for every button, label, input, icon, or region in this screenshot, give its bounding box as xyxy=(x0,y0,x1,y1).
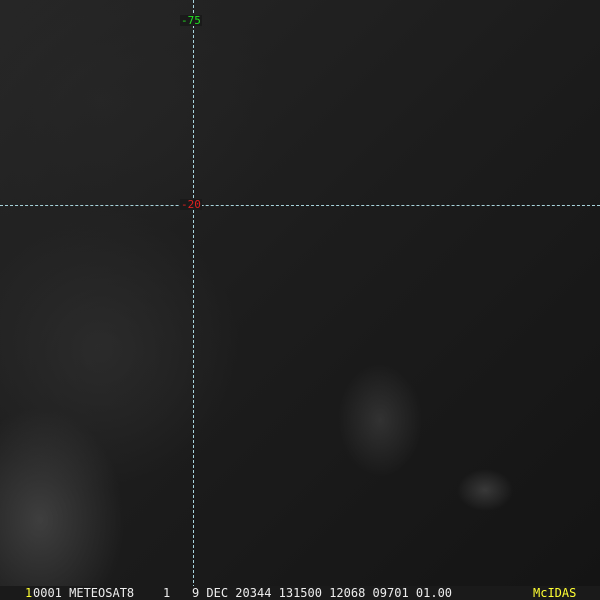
image-info: 0001 METEOSAT8 1 9 DEC 20344 131500 1206… xyxy=(33,586,453,600)
frame-number: 1 xyxy=(25,586,33,600)
satellite-image-view[interactable]: -75 -20 1 0001 METEOSAT8 1 9 DEC 20344 13… xyxy=(0,0,600,600)
status-bar: 1 0001 METEOSAT8 1 9 DEC 20344 131500 120… xyxy=(0,586,600,600)
grid-label-top: -75 xyxy=(180,14,202,27)
mcidas-logo: McIDAS xyxy=(533,586,577,600)
latitude-grid-line xyxy=(0,205,600,206)
grid-label-center: -20 xyxy=(180,198,202,211)
longitude-grid-line xyxy=(193,0,194,588)
